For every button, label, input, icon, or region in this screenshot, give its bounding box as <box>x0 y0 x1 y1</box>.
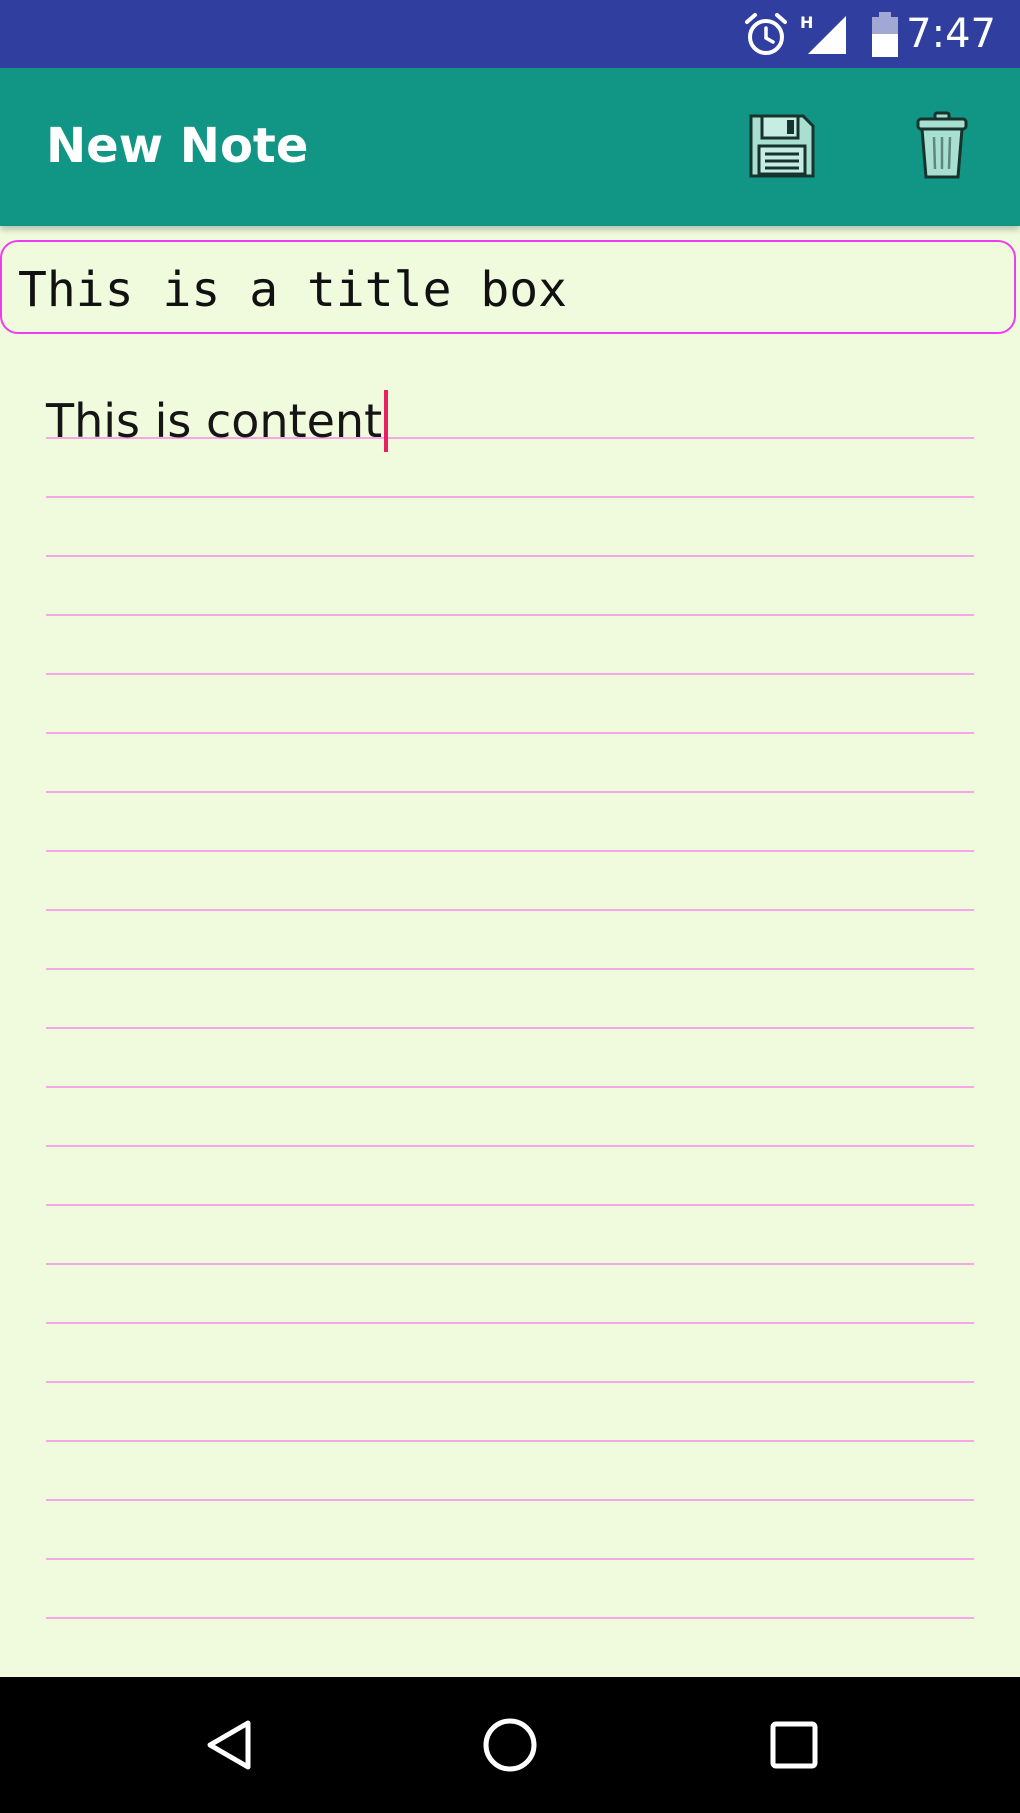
recent-apps-button[interactable] <box>754 1707 834 1787</box>
recent-apps-icon <box>768 1719 820 1776</box>
back-button[interactable] <box>190 1707 270 1787</box>
back-icon <box>202 1717 258 1778</box>
page-title: New Note <box>46 118 309 174</box>
app-bar: New Note <box>0 68 1020 226</box>
save-icon <box>747 112 817 185</box>
content-field[interactable] <box>46 380 974 1634</box>
title-input[interactable] <box>18 262 998 318</box>
home-button[interactable] <box>470 1707 550 1787</box>
status-time: 7:47 <box>906 11 996 57</box>
content-text: This is content <box>46 394 383 448</box>
battery-icon <box>870 12 900 63</box>
content-text-row: This is content <box>46 390 389 452</box>
alarm-icon <box>744 12 788 63</box>
delete-icon <box>915 111 969 186</box>
text-cursor <box>384 390 389 452</box>
home-icon <box>481 1716 539 1779</box>
save-button[interactable] <box>742 108 822 188</box>
note-editor-screen: H 7:47 New Note This is a title box This… <box>0 0 1020 1813</box>
navigation-bar <box>0 1677 1020 1813</box>
title-box <box>0 240 1016 334</box>
signal-icon: H <box>800 12 848 61</box>
status-bar: H 7:47 <box>0 0 1020 68</box>
network-type-label: H <box>800 13 813 32</box>
delete-button[interactable] <box>902 108 982 188</box>
